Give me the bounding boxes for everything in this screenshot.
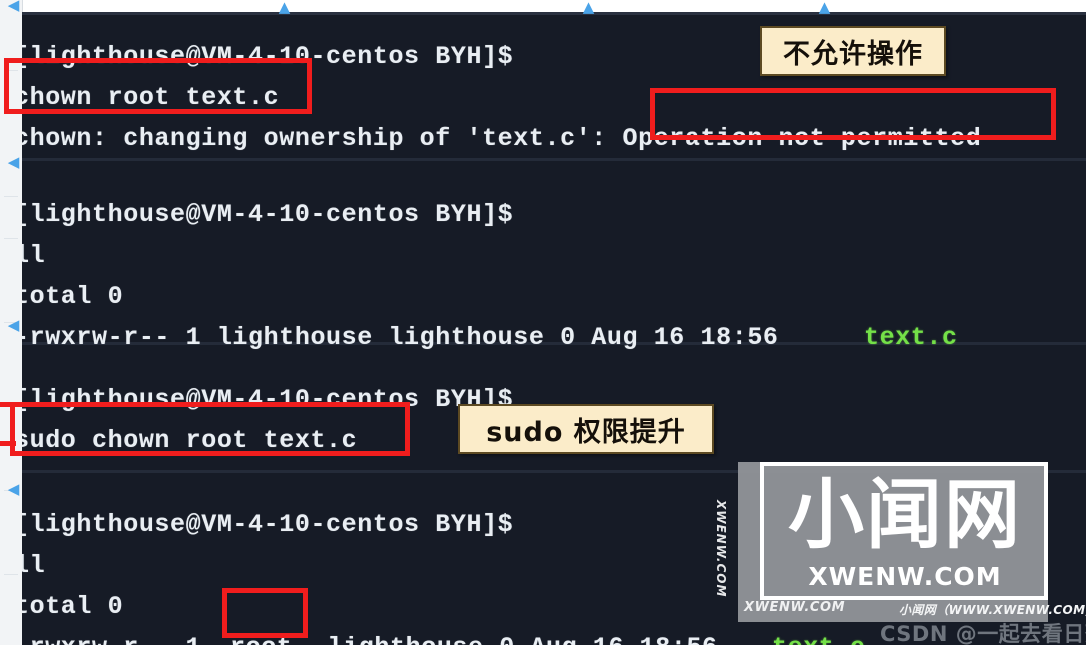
watermark-site: XWENW.COM xyxy=(808,562,1002,591)
command-ll-1: ll xyxy=(22,241,46,270)
callout-sudo-elevate: sudo 权限提升 xyxy=(458,404,714,454)
csdn-attribution: CSDN @一起去看日落吗 xyxy=(880,622,1086,645)
output-listing-before: -rwxrw-r-- 1 lighthouse lighthouse 0 Aug… xyxy=(22,323,795,352)
highlight-command-sudo xyxy=(10,402,410,456)
highlight-command-chown xyxy=(4,58,312,114)
callout-not-permitted: 不允许操作 xyxy=(760,26,946,76)
prompt-line-4: [lighthouse@VM-4-10-centos BYH]$ xyxy=(22,510,514,539)
terminal-top-edge xyxy=(22,12,1086,15)
watermark-logo: 小闻网 xyxy=(788,470,1022,559)
terminal-screenshot: [lighthouse@VM-4-10-centos BYH]$ chown r… xyxy=(0,0,1086,645)
output-listing-after-suffix: lighthouse 0 Aug 16 18:56 xyxy=(312,635,733,645)
filename-textc-green-1: text.c xyxy=(864,323,958,352)
command-ll-2: ll xyxy=(22,551,46,580)
prompt-line-2: [lighthouse@VM-4-10-centos BYH]$ xyxy=(22,200,514,229)
block-separator xyxy=(22,158,1086,161)
watermark-strip-right: 小闻网（WWW.XWENW.COM)专用 xyxy=(899,603,1086,617)
output-total-1: total 0 xyxy=(22,282,124,311)
highlight-owner-root xyxy=(222,588,308,638)
highlight-error-operation xyxy=(650,88,1056,140)
highlight-command-sudo-bar-bottom xyxy=(0,441,16,446)
output-listing-after-prefix: -rwxrw-r-- 1 xyxy=(22,635,217,645)
watermark-vertical-text: XWENW.COM xyxy=(714,500,728,598)
watermark-strip-left: XWENW.COM xyxy=(744,600,846,615)
filename-textc-green-2: text.c xyxy=(772,635,866,645)
highlight-command-sudo-bar-top xyxy=(0,402,16,407)
output-total-2: total 0 xyxy=(22,592,124,621)
